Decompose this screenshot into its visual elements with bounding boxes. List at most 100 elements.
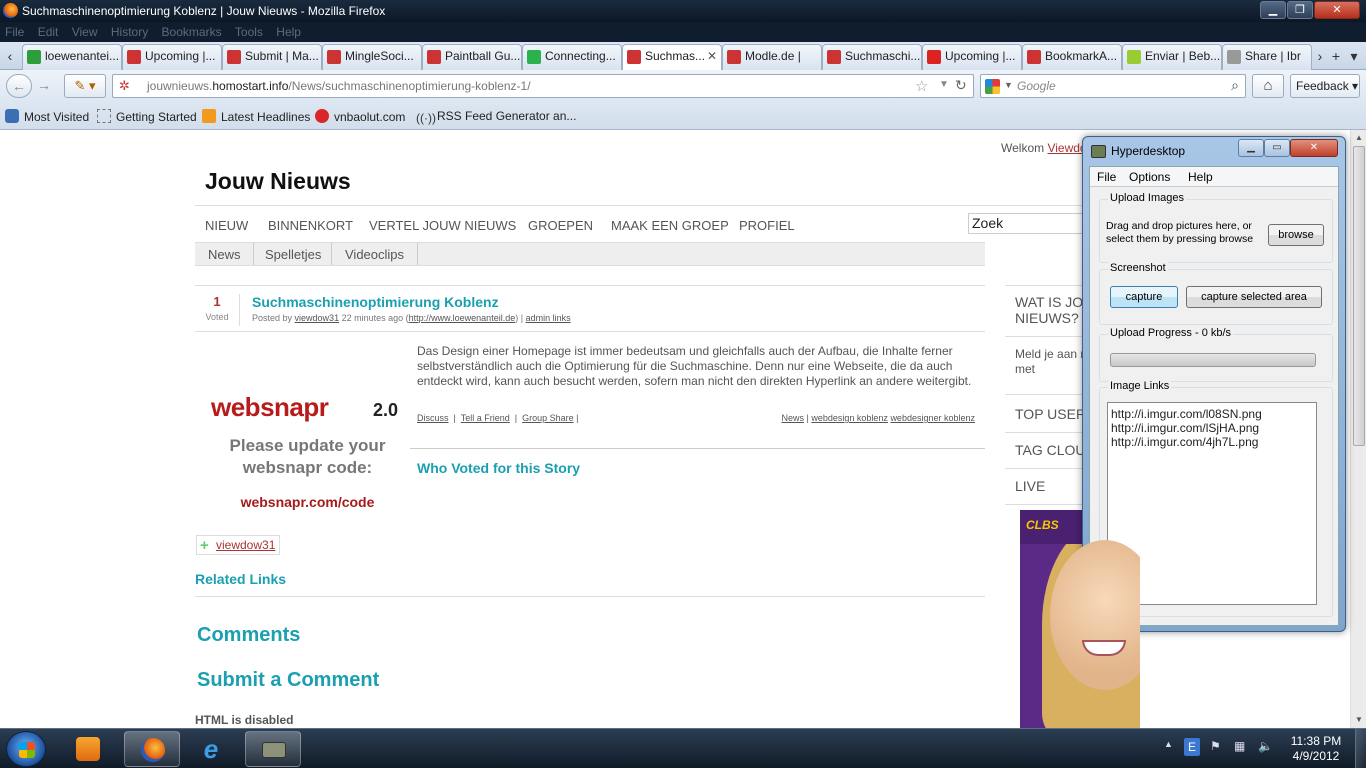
tray-network-icon[interactable]: ▦ — [1234, 739, 1245, 753]
tag-link[interactable]: webdesigner koblenz — [890, 413, 975, 423]
search-icon[interactable]: ⌕ — [1231, 77, 1239, 94]
browser-tab[interactable]: Paintball Gu... — [422, 44, 522, 70]
scroll-down-icon[interactable]: ▼ — [1351, 712, 1366, 728]
browser-tab[interactable]: Connecting... — [522, 44, 622, 70]
new-tab-icon[interactable]: + — [1328, 47, 1344, 65]
nav-groepen[interactable]: GROEPEN — [528, 218, 593, 233]
menu-file[interactable]: File — [0, 22, 29, 39]
voter-badge[interactable]: + viewdow31 — [196, 535, 281, 555]
source-link[interactable]: http://www.loewenanteil.de — [409, 313, 516, 323]
system-clock[interactable]: 11:38 PM 4/9/2012 — [1286, 734, 1346, 764]
image-link[interactable]: http://i.imgur.com/l08SN.png — [1111, 407, 1313, 421]
start-button[interactable] — [6, 731, 46, 767]
show-desktop-button[interactable] — [1355, 729, 1366, 768]
sidebar-advertisement[interactable]: CLBS — [1020, 510, 1140, 728]
browser-tab[interactable]: BookmarkA... — [1022, 44, 1122, 70]
feedback-button[interactable]: Feedback ▾ — [1290, 74, 1360, 98]
browser-tab[interactable]: loewenantei... — [22, 44, 122, 70]
browser-tab[interactable]: Upcoming |... — [122, 44, 222, 70]
tray-app-icon[interactable]: E — [1184, 738, 1200, 756]
vote-box[interactable]: 1 Voted — [195, 294, 240, 326]
menu-view[interactable]: View — [67, 22, 103, 39]
browser-tab[interactable]: MingleSoci... — [322, 44, 422, 70]
url-text[interactable]: jouwnieuws.homostart.info/News/suchmasch… — [147, 79, 531, 93]
tag-link[interactable]: webdesign koblenz — [811, 413, 888, 423]
browser-tab[interactable]: Modle.de | — [722, 44, 822, 70]
site-identity-icon[interactable]: ✲ — [119, 79, 133, 93]
tab-list-icon[interactable]: ▾ — [1346, 47, 1362, 65]
bookmark-rss-feed-generator[interactable]: ((·))RSS Feed Generator an... — [416, 109, 576, 125]
scrollbar-thumb[interactable] — [1353, 146, 1365, 446]
tab-close-icon[interactable]: ✕ — [707, 49, 717, 63]
url-bar[interactable]: ✲ jouwnieuws.homostart.info/News/suchmas… — [112, 74, 974, 98]
reload-icon[interactable]: ↻ — [955, 77, 967, 94]
browse-button[interactable]: browse — [1268, 224, 1324, 246]
browser-tab[interactable]: Suchmas... ✕ — [622, 44, 722, 71]
home-button[interactable]: ⌂ — [1252, 74, 1284, 98]
site-search-input[interactable]: Zoek — [968, 213, 1088, 234]
bookmark-vnbaolut[interactable]: vnbaolut.com — [315, 109, 405, 124]
menu-tools[interactable]: Tools — [230, 22, 268, 39]
capture-selected-area-button[interactable]: capture selected area — [1186, 286, 1322, 308]
hyper-menu-file[interactable]: File — [1097, 170, 1116, 184]
nav-nieuw[interactable]: NIEUW — [205, 218, 248, 233]
search-engine-dropdown-icon[interactable]: ▼ — [1004, 80, 1013, 90]
tray-volume-icon[interactable]: 🔈 — [1258, 739, 1273, 753]
hyper-menu-options[interactable]: Options — [1129, 170, 1170, 184]
admin-links[interactable]: admin links — [526, 313, 571, 323]
browser-tab[interactable]: Enviar | Beb... — [1122, 44, 1222, 70]
capture-button[interactable]: capture — [1110, 286, 1178, 308]
site-title[interactable]: Jouw Nieuws — [205, 168, 351, 195]
group-share-link[interactable]: Group Share — [522, 413, 574, 423]
bookmark-getting-started[interactable]: Getting Started — [97, 109, 197, 124]
subnav-news[interactable]: News — [208, 247, 241, 262]
bookmark-most-visited[interactable]: Most Visited — [5, 109, 89, 124]
taskbar-internet-explorer[interactable]: e — [183, 731, 239, 767]
tab-scroll-right-icon[interactable]: › — [1312, 47, 1328, 65]
author-link[interactable]: viewdow31 — [295, 313, 340, 323]
tray-expand-icon[interactable]: ▲ — [1164, 739, 1173, 749]
tab-scroll-left-icon[interactable]: ‹ — [2, 47, 18, 65]
scroll-up-icon[interactable]: ▲ — [1351, 130, 1366, 146]
story-title[interactable]: Suchmaschinenoptimierung Koblenz — [252, 294, 499, 310]
tell-a-friend-link[interactable]: Tell a Friend — [461, 413, 510, 423]
menu-help[interactable]: Help — [271, 22, 306, 39]
hyper-maximize-button[interactable]: ▭ — [1264, 139, 1290, 157]
nav-binnenkort[interactable]: BINNENKORT — [268, 218, 353, 233]
voter-link[interactable]: viewdow31 — [216, 538, 275, 552]
image-link[interactable]: http://i.imgur.com/lSjHA.png — [1111, 421, 1313, 435]
menu-edit[interactable]: Edit — [33, 22, 64, 39]
bookmark-star-icon[interactable]: ☆ — [915, 77, 928, 95]
taskbar-media-player[interactable] — [60, 731, 116, 767]
forward-button[interactable]: → — [32, 74, 56, 98]
maximize-button[interactable]: ❐ — [1287, 1, 1313, 19]
welcome-user-link[interactable]: Viewdo — [1047, 141, 1086, 155]
url-history-dropdown-icon[interactable]: ▼ — [939, 79, 949, 90]
taskbar-hyperdesktop[interactable] — [245, 731, 301, 767]
browser-tab[interactable]: Share | Ibr — [1222, 44, 1312, 70]
menu-bookmarks[interactable]: Bookmarks — [157, 22, 227, 39]
hyper-minimize-button[interactable]: ▁ — [1238, 139, 1264, 157]
minimize-button[interactable]: ▁ — [1260, 1, 1286, 19]
subnav-spelletjes[interactable]: Spelletjes — [265, 247, 321, 262]
google-icon[interactable] — [985, 79, 1000, 94]
taskbar-firefox[interactable] — [124, 731, 180, 767]
hyper-menu-help[interactable]: Help — [1188, 170, 1213, 184]
nav-profiel[interactable]: PROFIEL — [739, 218, 795, 233]
browser-tab[interactable]: Submit | Ma... — [222, 44, 322, 70]
nav-vertel-jouw-nieuws[interactable]: VERTEL JOUW NIEUWS — [369, 218, 516, 233]
story-thumbnail[interactable]: websnapr 2.0 Please update your websnapr… — [205, 388, 410, 518]
edit-addon-button[interactable]: ✎ ▾ — [64, 74, 106, 98]
page-scrollbar[interactable]: ▲ ▼ — [1350, 130, 1366, 728]
menu-history[interactable]: History — [106, 22, 153, 39]
bookmark-latest-headlines[interactable]: Latest Headlines — [202, 109, 310, 124]
browser-tab[interactable]: Suchmaschi... — [822, 44, 922, 70]
browser-tab[interactable]: Upcoming |... — [922, 44, 1022, 70]
tray-action-center-icon[interactable]: ⚑ — [1210, 739, 1221, 753]
close-button[interactable]: ✕ — [1314, 1, 1360, 19]
firefox-icon[interactable] — [3, 3, 18, 18]
category-link[interactable]: News — [782, 413, 805, 423]
nav-maak-een-groep[interactable]: MAAK EEN GROEP — [611, 218, 729, 233]
back-button[interactable]: ← — [6, 74, 32, 98]
hyper-close-button[interactable]: ✕ — [1290, 139, 1338, 157]
